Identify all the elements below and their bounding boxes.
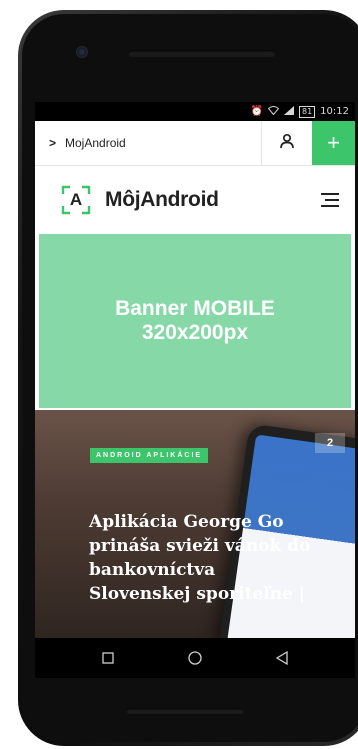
- user-button[interactable]: [261, 121, 312, 165]
- featured-article[interactable]: ANDROID APLIKÁCIE 2 Aplikácia George Go …: [35, 410, 355, 638]
- banner-line-1: Banner MOBILE: [115, 297, 275, 320]
- ad-banner[interactable]: Banner MOBILE 320x200px: [39, 234, 351, 408]
- add-button[interactable]: +: [312, 121, 355, 165]
- alarm-icon: ⏰: [250, 106, 263, 117]
- plus-icon: +: [327, 130, 340, 155]
- article-title[interactable]: Aplikácia George Go prináša svieži vánok…: [89, 510, 319, 606]
- comment-count-badge[interactable]: 2: [315, 433, 345, 453]
- battery-icon: 81: [298, 105, 316, 118]
- user-icon: [279, 133, 295, 154]
- signal-icon: [283, 105, 294, 118]
- breadcrumb-label: MojAndroid: [65, 136, 126, 150]
- phone-screen: ⏰ 81 10:12 > MojAndroid + A MôjAndroid B…: [35, 102, 355, 678]
- site-header: A MôjAndroid: [35, 166, 355, 234]
- logo-text[interactable]: MôjAndroid: [105, 188, 319, 212]
- android-nav-bar: [35, 638, 355, 678]
- logo-letter: A: [69, 190, 83, 209]
- breadcrumb[interactable]: > MojAndroid: [35, 136, 261, 150]
- status-time: 10:12: [320, 106, 349, 117]
- home-icon[interactable]: [180, 643, 210, 673]
- top-bar: > MojAndroid +: [35, 121, 355, 166]
- banner-line-2: 320x200px: [141, 321, 249, 344]
- earpiece-speaker: [128, 50, 276, 57]
- logo[interactable]: A: [61, 185, 91, 215]
- chevron-right-icon: >: [49, 136, 57, 150]
- front-camera: [76, 46, 88, 58]
- menu-icon[interactable]: [319, 189, 339, 211]
- status-bar: ⏰ 81 10:12: [35, 102, 355, 121]
- category-tag[interactable]: ANDROID APLIKÁCIE: [90, 448, 209, 463]
- wifi-icon: [267, 105, 280, 118]
- phone-bottom-speaker: [126, 708, 244, 714]
- banner-wrapper: Banner MOBILE 320x200px: [35, 234, 355, 411]
- back-icon[interactable]: [267, 643, 297, 673]
- recents-icon[interactable]: [93, 643, 123, 673]
